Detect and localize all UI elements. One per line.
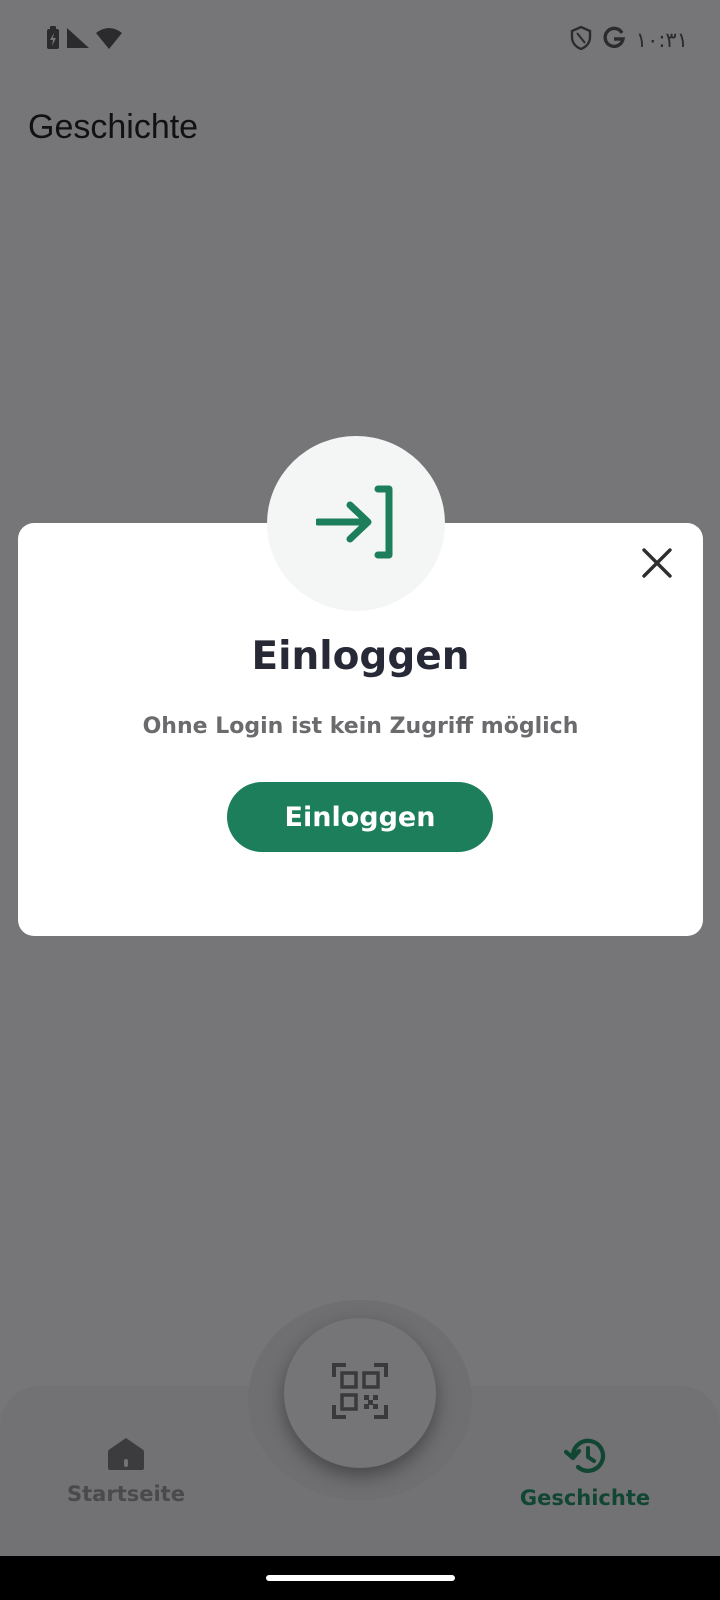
qr-scan-icon — [332, 1363, 388, 1423]
status-icons-left — [46, 26, 122, 54]
shield-icon — [570, 25, 592, 54]
login-icon-badge — [267, 436, 445, 611]
dialog-message: Ohne Login ist kein Zugriff möglich — [142, 714, 579, 739]
history-icon — [563, 1436, 606, 1480]
close-icon — [641, 547, 673, 583]
close-dialog-button[interactable] — [635, 543, 679, 587]
nav-item-home[interactable]: Startseite — [56, 1436, 196, 1506]
dialog-title: Einloggen — [251, 634, 470, 679]
page-title: Geschichte — [28, 108, 199, 146]
login-icon — [314, 485, 396, 563]
qr-scan-button[interactable] — [284, 1318, 436, 1468]
battery-charging-icon — [46, 26, 60, 54]
status-bar: ١٠:٣١ — [0, 0, 720, 90]
google-icon — [602, 26, 626, 54]
login-button[interactable]: Einloggen — [227, 782, 493, 852]
nav-item-history[interactable]: Geschichte — [510, 1436, 660, 1510]
nav-item-label: Geschichte — [519, 1486, 651, 1510]
status-time: ١٠:٣١ — [635, 28, 688, 52]
signal-icon — [66, 27, 90, 53]
status-icons-right: ١٠:٣١ — [570, 25, 688, 54]
wifi-icon — [96, 27, 122, 53]
home-icon — [106, 1436, 146, 1476]
nav-item-label: Startseite — [67, 1482, 185, 1506]
home-indicator[interactable] — [266, 1575, 455, 1581]
